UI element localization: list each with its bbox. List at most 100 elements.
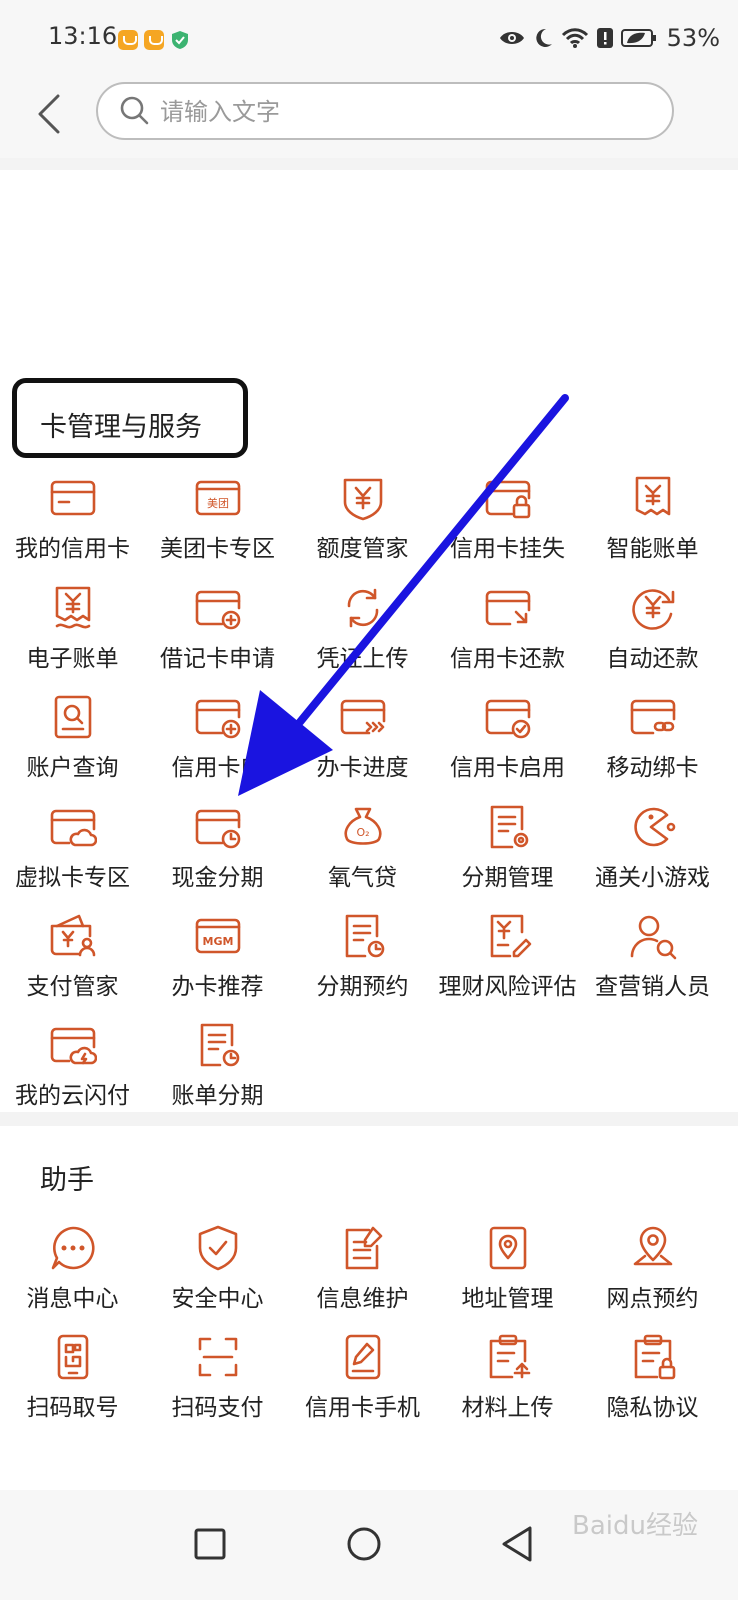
grid-item[interactable]: 查营销人员 bbox=[580, 912, 725, 1022]
search-input[interactable] bbox=[158, 84, 642, 140]
svg-text:MGM: MGM bbox=[202, 935, 233, 948]
grid-item[interactable]: 我的信用卡 bbox=[0, 474, 145, 584]
wifi-icon bbox=[561, 28, 588, 48]
grid-item[interactable]: 现金分期 bbox=[145, 803, 290, 913]
recent-apps-icon[interactable] bbox=[180, 1514, 240, 1574]
grid-item-label: 账户查询 bbox=[26, 755, 119, 781]
card-cloud-icon bbox=[50, 809, 97, 847]
user-search-icon bbox=[630, 915, 676, 960]
card-add-icon bbox=[195, 699, 240, 739]
grid-item[interactable]: 材料上传 bbox=[435, 1333, 580, 1443]
status-time: 13:16 bbox=[48, 22, 118, 50]
scan-icon bbox=[198, 1337, 237, 1377]
grid-item[interactable]: 信用卡手机 bbox=[290, 1333, 435, 1443]
grid-item[interactable]: 智能账单 bbox=[580, 474, 725, 584]
meituan-card-icon: 美团 bbox=[195, 480, 240, 516]
grid-item-label: 分期管理 bbox=[461, 865, 554, 891]
grid-item[interactable]: 分期预约 bbox=[290, 912, 435, 1022]
map-doc-icon bbox=[489, 1226, 526, 1270]
grid-item-label: 消息中心 bbox=[26, 1286, 119, 1312]
message-icon bbox=[51, 1226, 95, 1270]
grid-item-label: 智能账单 bbox=[606, 536, 699, 562]
grid-item[interactable]: 办卡进度 bbox=[290, 693, 435, 803]
svg-text:O₂: O₂ bbox=[356, 826, 369, 839]
grid-item-label: 扫码取号 bbox=[26, 1395, 119, 1421]
grid-item-label: 办卡推荐 bbox=[171, 974, 264, 1000]
doc-clock-icon bbox=[200, 1023, 239, 1067]
card-check-icon bbox=[485, 699, 530, 739]
doc-pen-icon bbox=[345, 1226, 382, 1270]
grid-item[interactable]: 隐私协议 bbox=[580, 1333, 725, 1443]
grid-item[interactable]: 网点预约 bbox=[580, 1224, 725, 1334]
card-link-icon bbox=[630, 699, 675, 735]
grid-item-label: 地址管理 bbox=[461, 1286, 554, 1312]
grid-item[interactable]: 地址管理 bbox=[435, 1224, 580, 1334]
grid-item[interactable]: 支付管家 bbox=[0, 912, 145, 1022]
o2-bag-icon: O₂ bbox=[343, 807, 382, 845]
top-header bbox=[0, 70, 738, 158]
grid-item[interactable]: 消息中心 bbox=[0, 1224, 145, 1334]
grid-item[interactable]: 借记卡申请 bbox=[145, 584, 290, 694]
qr-phone-icon bbox=[57, 1334, 88, 1380]
grid-item-label: 凭证上传 bbox=[316, 646, 409, 672]
phone-pen-icon bbox=[345, 1334, 380, 1380]
status-bar: 13:16 53% bbox=[0, 0, 738, 70]
card-lock-icon bbox=[485, 480, 530, 519]
grid-item[interactable]: 虚拟卡专区 bbox=[0, 803, 145, 913]
grid-item-label: 现金分期 bbox=[171, 865, 264, 891]
grid-item[interactable]: 信用卡还款 bbox=[435, 584, 580, 694]
grid-item-label: 通关小游戏 bbox=[595, 865, 710, 891]
grid-item-label: 分期预约 bbox=[316, 974, 409, 1000]
clipboard-lock-icon bbox=[634, 1334, 675, 1380]
grid-item[interactable]: 分期管理 bbox=[435, 803, 580, 913]
card-repay-icon bbox=[485, 590, 530, 626]
grid-item-label: 信用卡启用 bbox=[450, 755, 565, 781]
home-icon[interactable] bbox=[334, 1514, 394, 1574]
grid-item[interactable]: 安全中心 bbox=[145, 1224, 290, 1334]
mgm-card-icon: MGM bbox=[195, 918, 240, 954]
grid-item[interactable]: 额度管家 bbox=[290, 474, 435, 584]
grid-item-label: 自动还款 bbox=[606, 646, 699, 672]
watermark: Baidu经验 bbox=[572, 1511, 698, 1541]
app-badge-icon bbox=[144, 30, 164, 50]
section-title-assistant: 助手 bbox=[40, 1165, 94, 1196]
grid-item[interactable]: 自动还款 bbox=[580, 584, 725, 694]
grid-item[interactable]: 理财风险评估 bbox=[435, 912, 580, 1022]
card-flash-icon bbox=[50, 1027, 97, 1065]
grid-item[interactable]: 通关小游戏 bbox=[580, 803, 725, 913]
grid-item[interactable]: 移动绑卡 bbox=[580, 693, 725, 803]
grid-item[interactable]: MGM 办卡推荐 bbox=[145, 912, 290, 1022]
eye-icon bbox=[499, 32, 524, 44]
grid-item[interactable]: 信用卡申 bbox=[145, 693, 290, 803]
grid-item[interactable]: 凭证上传 bbox=[290, 584, 435, 694]
search-bar[interactable] bbox=[96, 82, 674, 140]
grid-item[interactable]: 扫码取号 bbox=[0, 1333, 145, 1443]
grid-item-label: 信用卡申 bbox=[171, 755, 264, 781]
grid-item[interactable]: 电子账单 bbox=[0, 584, 145, 694]
grid-item[interactable]: O₂ 氧气贷 bbox=[290, 803, 435, 913]
grid-item-label: 理财风险评估 bbox=[438, 974, 577, 1000]
grid-item-label: 额度管家 bbox=[316, 536, 409, 562]
back-arrow-icon[interactable] bbox=[30, 90, 70, 138]
grid-item[interactable]: 账户查询 bbox=[0, 693, 145, 803]
shield-check-icon bbox=[172, 31, 188, 49]
grid-item[interactable]: 信息维护 bbox=[290, 1224, 435, 1334]
doc-gear-icon bbox=[490, 805, 528, 849]
card-add-icon bbox=[195, 590, 240, 630]
grid-item-label: 扫码支付 bbox=[171, 1395, 264, 1421]
grid-item-label: 查营销人员 bbox=[595, 974, 710, 1000]
back-icon[interactable] bbox=[490, 1514, 550, 1574]
grid-item[interactable]: 美团 美团卡专区 bbox=[145, 474, 290, 584]
grid-item-label: 移动绑卡 bbox=[606, 755, 699, 781]
card-icon bbox=[50, 480, 95, 516]
grid-item[interactable]: 扫码支付 bbox=[145, 1333, 290, 1443]
grid-item-label: 网点预约 bbox=[606, 1286, 699, 1312]
moon-icon bbox=[535, 28, 552, 47]
grid-item[interactable]: 信用卡挂失 bbox=[435, 474, 580, 584]
auto-repay-icon bbox=[631, 589, 674, 630]
clipboard-upload-icon bbox=[489, 1334, 530, 1379]
card-progress-icon bbox=[340, 699, 385, 735]
grid-item-label: 支付管家 bbox=[26, 974, 119, 1000]
grid-item-label: 我的云闪付 bbox=[15, 1083, 130, 1109]
grid-item[interactable]: 信用卡启用 bbox=[435, 693, 580, 803]
